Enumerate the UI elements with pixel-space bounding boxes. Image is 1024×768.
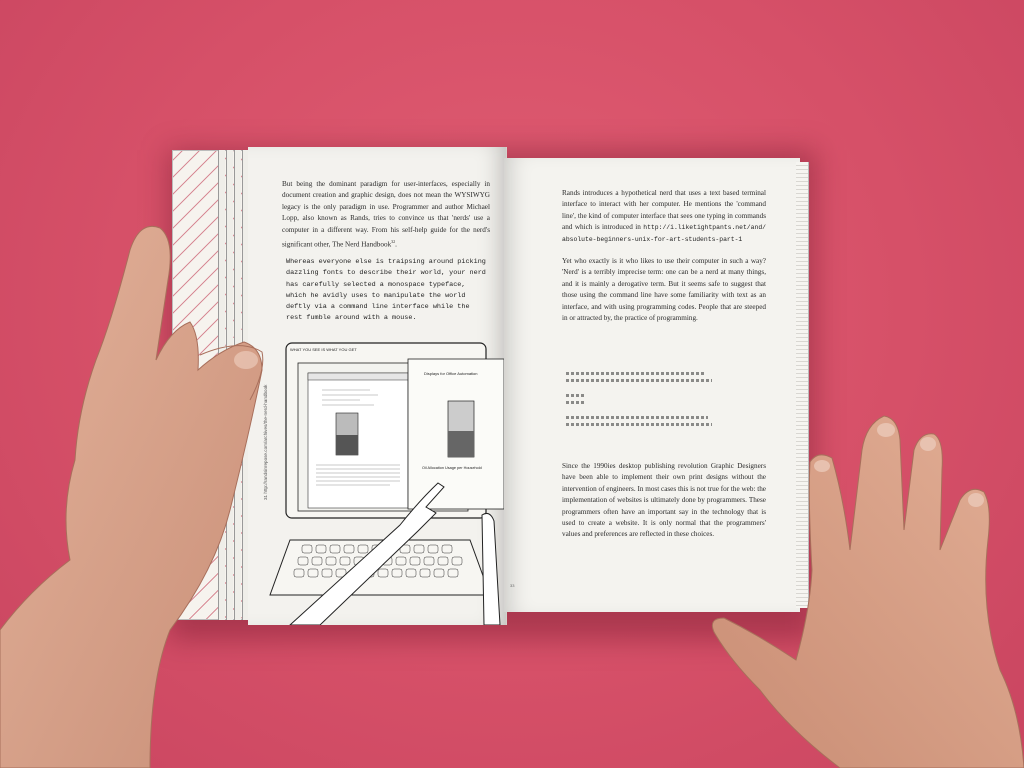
illustration: WHAT YOU SEE IS WHAT YOU GET Displays fo…	[269, 342, 505, 625]
glyph-row	[566, 401, 584, 404]
left-hand	[0, 225, 264, 768]
right-hand	[711, 415, 1024, 768]
right-page-paragraph-1: Rands introduces a hypothetical nerd tha…	[562, 189, 766, 243]
glyph-row	[566, 372, 706, 375]
screen-caption: WHAT YOU SEE IS WHAT YOU GET	[290, 347, 357, 352]
left-page-paragraph: But being the dominant paradigm for user…	[282, 180, 490, 249]
glyph-row	[566, 423, 712, 426]
page-number: 33	[510, 583, 515, 588]
glyph-row	[566, 379, 712, 382]
sheet-caption: Oil Allocation Usage per Household	[422, 466, 482, 470]
terminal-glyph-lines	[566, 368, 716, 430]
sheet-title: Displays for Office Automation	[424, 371, 478, 376]
right-page-paragraph-2: Yet who exactly is it who likes to use t…	[562, 257, 766, 323]
second-hand-drawing	[481, 513, 501, 625]
glyph-row	[566, 416, 708, 419]
glyph-row	[566, 394, 586, 397]
footnote-ref: 32	[391, 239, 396, 245]
quote-block: Whereas everyone else is traipsing aroun…	[286, 258, 490, 323]
